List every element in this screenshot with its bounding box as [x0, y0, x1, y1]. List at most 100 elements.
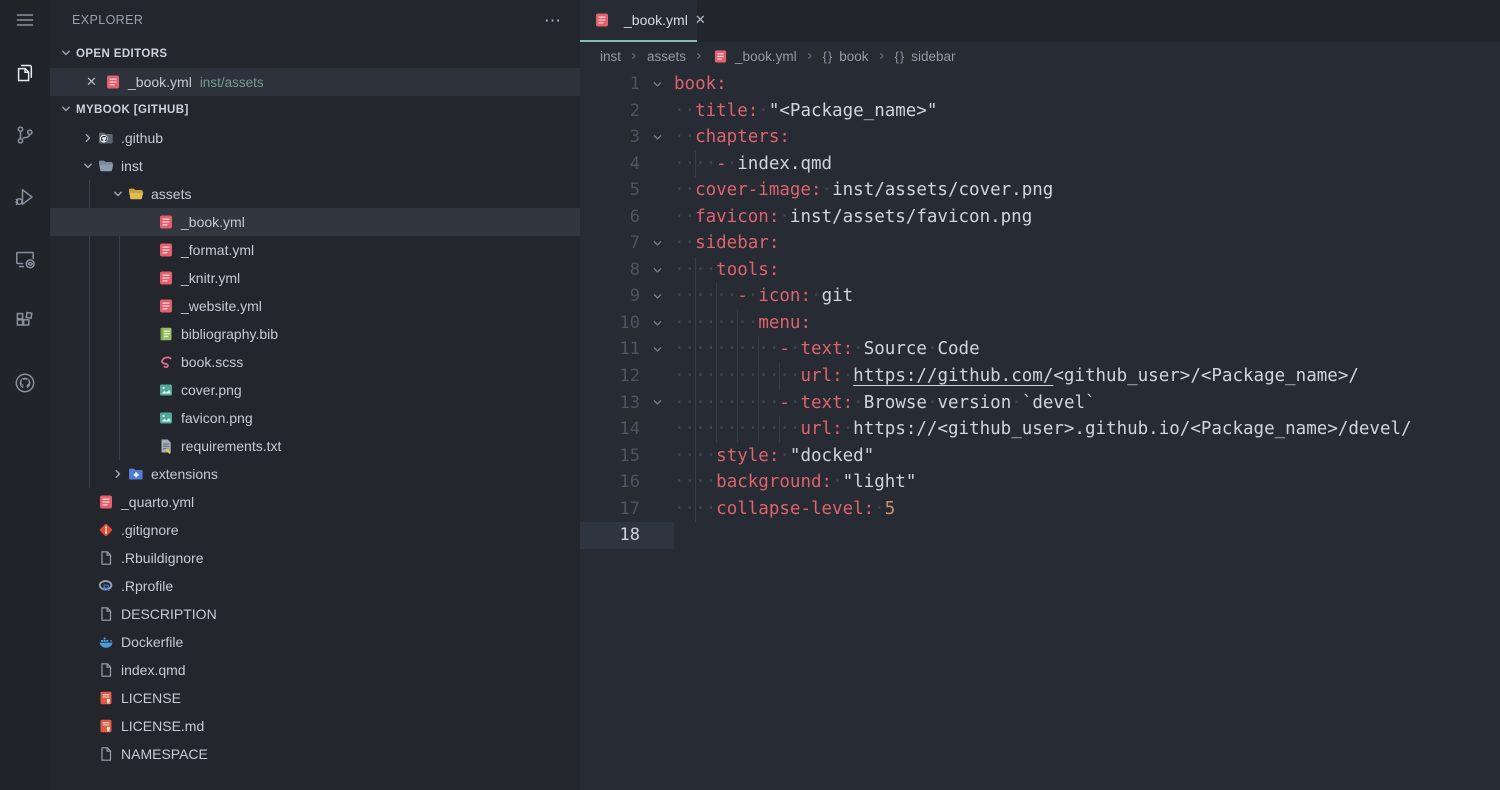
breadcrumb-item-inst[interactable]: inst	[600, 49, 621, 64]
activitybar-github[interactable]	[0, 372, 50, 398]
tree-item-format-yml[interactable]: _format.yml	[50, 236, 580, 264]
docker-icon	[97, 634, 114, 651]
code-line-12[interactable]: 12············url:·https://github.com/<g…	[580, 363, 1500, 390]
code-line-8[interactable]: 8····tools:	[580, 257, 1500, 284]
tree-item-label: cover.png	[181, 382, 242, 398]
open-editors-section-header[interactable]: OPEN EDITORS	[50, 40, 580, 68]
code-line-17[interactable]: 17····collapse-level:·5	[580, 496, 1500, 523]
fold-chevron-icon[interactable]	[640, 310, 674, 337]
tree-item-favicon-png[interactable]: favicon.png	[50, 404, 580, 432]
more-actions-icon[interactable]: ⋯	[544, 12, 562, 29]
code-line-14[interactable]: 14············url:·https://<github_user>…	[580, 416, 1500, 443]
code-line-11[interactable]: 11··········-·text:·Source·Code	[580, 336, 1500, 363]
fold-chevron-icon[interactable]	[640, 257, 674, 284]
tree-item-website-yml[interactable]: _website.yml	[50, 292, 580, 320]
tree-item-bibliography-bib[interactable]: bibliography.bib	[50, 320, 580, 348]
tree-item-gitignore[interactable]: .gitignore	[50, 516, 580, 544]
code-line-content[interactable]: ··········-·text:·Browse·version·`devel`	[674, 390, 1096, 417]
activity-bar	[0, 0, 50, 790]
code-line-16[interactable]: 16····background:·"light"	[580, 469, 1500, 496]
image-icon	[157, 410, 174, 427]
fold-chevron-icon[interactable]	[640, 283, 674, 310]
code-line-10[interactable]: 10········menu:	[580, 310, 1500, 337]
tree-item-namespace[interactable]: NAMESPACE	[50, 740, 580, 768]
activitybar-menu[interactable]	[0, 9, 50, 35]
code-line-6[interactable]: 6 ··favicon:·inst/assets/favicon.png	[580, 204, 1500, 231]
fold-spacer	[640, 204, 674, 231]
tree-item-github[interactable]: .github	[50, 124, 580, 152]
code-link[interactable]: https://github.com/	[853, 366, 1053, 386]
open-editor-item-book-yml[interactable]: ✕ _book.yml inst/assets	[50, 68, 580, 96]
tree-item-cover-png[interactable]: cover.png	[50, 376, 580, 404]
activitybar-explorer[interactable]	[0, 62, 50, 88]
code-line-18[interactable]: 18	[580, 522, 1500, 549]
code-line-content[interactable]: ····tools:	[674, 257, 779, 284]
tree-item-requirements-txt[interactable]: requirements.txt	[50, 432, 580, 460]
code-line-content[interactable]: ····style:·"docked"	[674, 443, 874, 470]
code-line-15[interactable]: 15····style:·"docked"	[580, 443, 1500, 470]
tree-item-assets[interactable]: assets	[50, 180, 580, 208]
code-line-1[interactable]: 1book:	[580, 71, 1500, 98]
tree-item-rprofile[interactable]: R.Rprofile	[50, 572, 580, 600]
code-line-content[interactable]: ············url:·https://<github_user>.g…	[674, 416, 1412, 443]
code-line-9[interactable]: 9······-·icon:·git	[580, 283, 1500, 310]
code-line-content[interactable]: ····-·index.qmd	[674, 151, 832, 178]
tab-book-yml[interactable]: _book.yml ✕	[580, 0, 697, 42]
tree-item-label: NAMESPACE	[121, 746, 208, 762]
tree-item-knitr-yml[interactable]: _knitr.yml	[50, 264, 580, 292]
code-line-13[interactable]: 13··········-·text:·Browse·version·`deve…	[580, 390, 1500, 417]
code-line-content[interactable]: ······-·icon:·git	[674, 283, 853, 310]
code-line-content[interactable]: ········menu:	[674, 310, 811, 337]
code-line-content[interactable]: ··chapters:	[674, 124, 790, 151]
code-line-2[interactable]: 2··title:·"<Package_name>"	[580, 98, 1500, 125]
tree-item-extensions[interactable]: extensions	[50, 460, 580, 488]
fold-chevron-icon[interactable]	[640, 390, 674, 417]
open-editor-path: inst/assets	[200, 75, 264, 90]
activitybar-extensions[interactable]	[0, 310, 50, 336]
tree-item-license[interactable]: LICENSE	[50, 684, 580, 712]
tree-item-quarto-yml[interactable]: _quarto.yml	[50, 488, 580, 516]
tree-item-label: _knitr.yml	[181, 270, 240, 286]
activitybar-remote-explorer[interactable]	[0, 248, 50, 274]
activitybar-source-control[interactable]	[0, 124, 50, 150]
fold-chevron-icon[interactable]	[640, 71, 674, 98]
fold-chevron-icon[interactable]	[640, 336, 674, 363]
workspace-section-header[interactable]: MYBOOK [GITHUB]	[50, 96, 580, 124]
tree-item-license-md[interactable]: LICENSE.md	[50, 712, 580, 740]
breadcrumb-item-sidebar[interactable]: {}sidebar	[895, 49, 956, 64]
code-line-content[interactable]: ··cover-image:·inst/assets/cover.png	[674, 177, 1053, 204]
tree-item-description[interactable]: DESCRIPTION	[50, 600, 580, 628]
code-line-content[interactable]: ··title:·"<Package_name>"	[674, 98, 937, 125]
code-line-3[interactable]: 3··chapters:	[580, 124, 1500, 151]
code-line-content[interactable]: book:	[674, 71, 727, 98]
tree-item-label: LICENSE.md	[121, 718, 204, 734]
tab-close-icon[interactable]: ✕	[695, 12, 706, 28]
code-line-4[interactable]: 4 ····-·index.qmd	[580, 151, 1500, 178]
tree-item-index-qmd[interactable]: index.qmd	[50, 656, 580, 684]
activitybar-run-debug[interactable]	[0, 186, 50, 212]
tree-item-rbuildignore[interactable]: .Rbuildignore	[50, 544, 580, 572]
code-line-5[interactable]: 5··cover-image:·inst/assets/cover.png	[580, 177, 1500, 204]
tree-item-label: _format.yml	[181, 242, 254, 258]
line-number: 4	[580, 151, 640, 178]
fold-chevron-icon[interactable]	[640, 230, 674, 257]
tree-item-dockerfile[interactable]: Dockerfile	[50, 628, 580, 656]
code-editor[interactable]: 1book:2··title:·"<Package_name>"3··chapt…	[580, 70, 1500, 790]
code-line-content[interactable]: ····collapse-level:·5	[674, 496, 895, 523]
code-line-content[interactable]: ····background:·"light"	[674, 469, 916, 496]
close-icon[interactable]: ✕	[86, 74, 104, 90]
tree-item-book-yml[interactable]: _book.yml	[50, 208, 580, 236]
code-line-content[interactable]: ··favicon:·inst/assets/favicon.png	[674, 204, 1032, 231]
breadcrumb-item-assets[interactable]: assets	[647, 49, 686, 64]
code-line-content[interactable]: ··sidebar:	[674, 230, 779, 257]
breadcrumb-item-book-yml[interactable]: _book.yml	[712, 48, 797, 65]
tree-item-book-scss[interactable]: book.scss	[50, 348, 580, 376]
code-line-7[interactable]: 7··sidebar:	[580, 230, 1500, 257]
line-number: 6	[580, 204, 640, 231]
breadcrumb-item-book[interactable]: {}book	[823, 49, 869, 64]
tree-item-label: .Rprofile	[121, 578, 173, 594]
code-line-content[interactable]: ··········-·text:·Source·Code	[674, 336, 980, 363]
tree-item-inst[interactable]: inst	[50, 152, 580, 180]
code-line-content[interactable]: ············url:·https://github.com/<git…	[674, 363, 1359, 390]
fold-chevron-icon[interactable]	[640, 124, 674, 151]
